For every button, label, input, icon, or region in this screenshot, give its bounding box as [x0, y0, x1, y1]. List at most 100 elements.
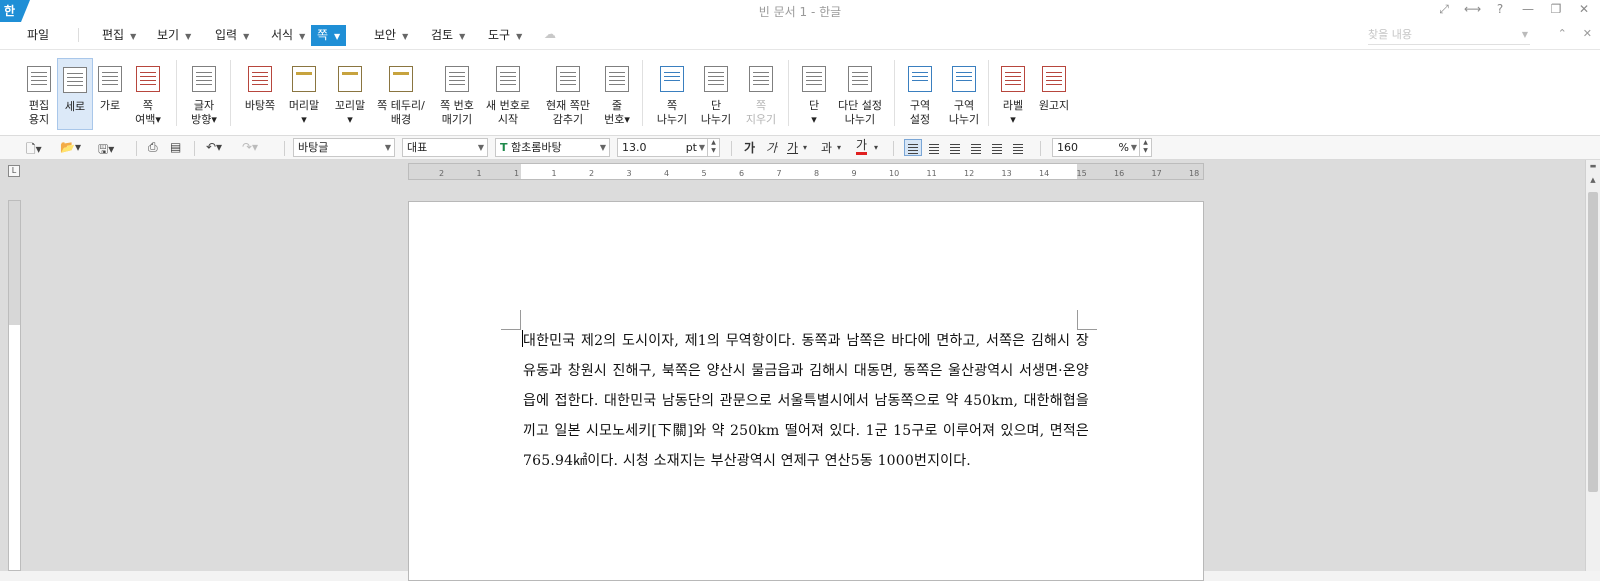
menu-item[interactable]: 입력 ▼ [209, 25, 255, 46]
chevron-down-icon[interactable]: ▼ [1131, 139, 1137, 156]
ribbon-button[interactable]: 쪽 지우기 [744, 58, 778, 130]
underline-button[interactable]: 가 [787, 139, 798, 156]
ruler-tick-label: 11 [926, 169, 937, 178]
ribbon-button-icon [802, 66, 826, 92]
menu-item[interactable]: 보기 ▼ [151, 25, 197, 46]
ribbon-button[interactable]: 다단 설정 나누기 [834, 58, 886, 130]
redo-icon[interactable]: ↷▾ [242, 140, 258, 154]
menu-item[interactable]: 도구 ▼ [482, 25, 528, 46]
vertical-scrollbar[interactable]: ▬ ▲ [1585, 160, 1600, 571]
font-color-button[interactable]: 가 [856, 139, 868, 155]
font-size-spin[interactable]: ▲ ▼ [707, 139, 719, 156]
ribbon-button[interactable]: 구역 나누기 [944, 58, 984, 130]
scroll-thumb[interactable] [1588, 192, 1598, 492]
menu-item[interactable]: 서식 ▼ [265, 25, 311, 46]
ribbon-button[interactable]: 편집 용지 [22, 58, 56, 130]
ribbon-button[interactable]: 쪽 여백▾ [128, 58, 168, 130]
ribbon-button[interactable]: 새 번호로 시작 [482, 58, 534, 130]
search-input[interactable]: 찾을 내용 ▼ [1368, 26, 1530, 45]
title-bar: 한 빈 문서 1 - 한글 ⤢ ⟷ ? — ❐ ✕ [0, 0, 1600, 22]
ribbon-button[interactable]: 세로 [57, 58, 93, 130]
menu-item[interactable]: 쪽 ▼ [311, 25, 347, 46]
ribbon-collapse-icon[interactable]: ⌃ [1558, 27, 1567, 40]
document-workspace[interactable]: L 2 1 1 1 2 3 4 5 6 7 8 9 10 11 12 13 14 15 16 17 18 대한민국 제2… [0, 160, 1600, 581]
distribute-align-button[interactable] [988, 139, 1006, 156]
left-align-button[interactable] [925, 139, 943, 156]
ribbon-button[interactable]: 머리말 ▾ [284, 58, 324, 130]
ribbon-button-label: 꼬리말 ▾ [334, 99, 366, 126]
strikethrough-button[interactable]: 과 [821, 139, 832, 156]
print-preview-icon[interactable]: ▤ [170, 140, 181, 154]
menu-file[interactable]: 파일 [21, 25, 55, 46]
ribbon-button-icon [136, 66, 160, 92]
vertical-ruler[interactable] [8, 200, 21, 571]
ribbon-button[interactable]: 단 나누기 [698, 58, 734, 130]
chevron-down-icon: ▼ [516, 32, 523, 41]
document-page[interactable]: 대한민국 제2의 도시이자, 제1의 무역항이다. 동쪽과 남쪽은 바다에 면하… [408, 201, 1204, 581]
open-folder-icon[interactable]: 📂▾ [60, 140, 81, 154]
divide-align-button[interactable] [1009, 139, 1027, 156]
close-icon[interactable]: ✕ [1576, 2, 1592, 17]
ruler-tick-label: 1 [551, 169, 557, 178]
ruler-tick-label: 17 [1151, 169, 1162, 178]
right-align-button[interactable] [967, 139, 985, 156]
ribbon-button[interactable]: 단 ▾ [800, 58, 828, 130]
ribbon-button[interactable]: 현재 쪽만 감추기 [540, 58, 596, 130]
bold-button[interactable]: 가 [744, 139, 755, 156]
ribbon-button[interactable]: 가로 [94, 58, 126, 130]
ribbon-button[interactable]: 바탕쪽 [240, 58, 280, 130]
tab-stop-type-icon[interactable]: L [8, 165, 20, 177]
font-size-unit: pt [685, 141, 697, 154]
menu-divider [78, 28, 79, 42]
ribbon-button-label: 구역 나누기 [948, 99, 980, 126]
split-handle-icon[interactable]: ▬ [1588, 162, 1598, 172]
ribbon-button[interactable]: 글자 방향▾ [184, 58, 224, 130]
save-icon[interactable]: 🖫▾ [98, 140, 114, 161]
chevron-down-icon[interactable]: ▼ [1522, 26, 1528, 44]
new-document-icon[interactable]: 🗋▾ [26, 140, 42, 161]
scroll-up-icon[interactable]: ▲ [1588, 176, 1598, 186]
chevron-down-icon[interactable]: ▾ [803, 143, 807, 152]
search-placeholder: 찾을 내용 [1368, 28, 1412, 41]
ribbon-button-label: 구역 설정 [909, 99, 931, 126]
minimize-icon[interactable]: — [1520, 2, 1536, 17]
undo-icon[interactable]: ↶▾ [206, 140, 222, 154]
zoom-stepper[interactable]: 160 % ▼ ▲ ▼ [1052, 138, 1152, 157]
ribbon-button-label: 편집 용지 [28, 99, 50, 126]
ribbon-button[interactable]: 라벨 ▾ [996, 58, 1030, 130]
font-size-stepper[interactable]: 13.0 pt ▼ ▲ ▼ [617, 138, 720, 157]
menu-item[interactable]: 검토 ▼ [425, 25, 471, 46]
fullscreen-icon[interactable]: ⤢ [1436, 2, 1452, 17]
chevron-down-icon[interactable]: ▾ [874, 143, 878, 152]
restore-icon[interactable]: ❐ [1548, 2, 1564, 17]
style-select[interactable]: 바탕글 ▼ [293, 138, 395, 157]
ribbon-button[interactable]: 쪽 테두리/ 배경 [372, 58, 430, 130]
justify-align-button[interactable] [904, 139, 922, 156]
print-icon[interactable]: ⎙ [148, 140, 158, 155]
ribbon-button[interactable]: 꼬리말 ▾ [330, 58, 370, 130]
ribbon-button-label: 새 번호로 시작 [486, 99, 530, 126]
chevron-down-icon[interactable]: ▾ [837, 143, 841, 152]
ribbon-divider [788, 60, 789, 126]
menu-item[interactable]: 보안 ▼ [368, 25, 414, 46]
ruler-tick-label: 8 [814, 169, 820, 178]
ribbon-toggle-icon[interactable]: ☁ [544, 27, 556, 41]
document-close-icon[interactable]: ✕ [1583, 27, 1592, 40]
help-icon[interactable]: ? [1492, 2, 1508, 17]
center-align-button[interactable] [946, 139, 964, 156]
chevron-down-icon[interactable]: ▼ [699, 139, 705, 156]
menu-item[interactable]: 편집 ▼ [96, 25, 142, 46]
font-language-select[interactable]: 대표 ▼ [402, 138, 488, 157]
document-body-text[interactable]: 대한민국 제2의 도시이자, 제1의 무역항이다. 동쪽과 남쪽은 바다에 면하… [523, 326, 1089, 476]
ribbon-button-label: 단 ▾ [808, 99, 820, 126]
italic-button[interactable]: 가 [766, 139, 777, 156]
split-view-icon[interactable]: ⟷ [1464, 2, 1481, 17]
ribbon-button[interactable]: 구역 설정 [900, 58, 940, 130]
horizontal-ruler[interactable]: 2 1 1 1 2 3 4 5 6 7 8 9 10 11 12 13 14 15 16 17 18 [408, 163, 1204, 180]
ribbon-button[interactable]: 원고지 [1034, 58, 1074, 130]
ribbon-button[interactable]: 쪽 나누기 [652, 58, 692, 130]
ribbon-button[interactable]: 쪽 번호 매기기 [434, 58, 480, 130]
zoom-spin[interactable]: ▲ ▼ [1139, 139, 1151, 156]
font-select[interactable]: T 함초롬바탕 ▼ [495, 138, 610, 157]
ribbon-button[interactable]: 줄 번호▾ [600, 58, 634, 130]
